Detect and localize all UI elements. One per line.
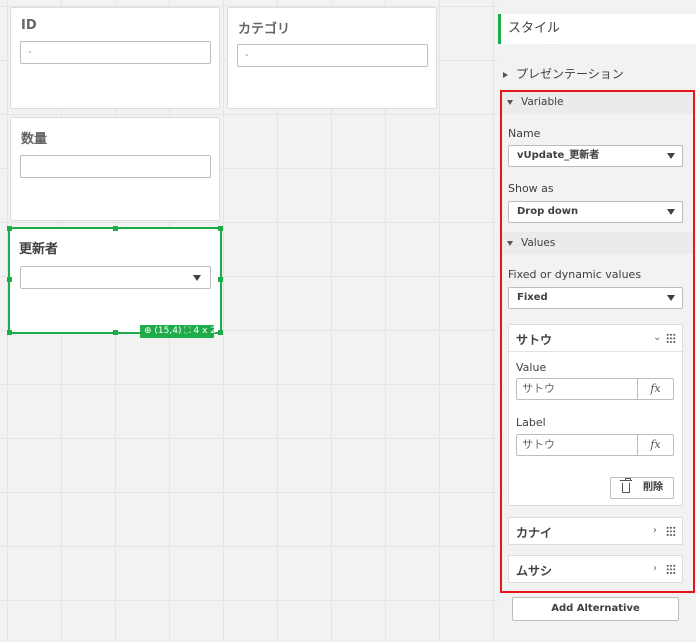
section-values-label: Values — [521, 237, 556, 249]
card-category[interactable]: カテゴリ - — [227, 7, 437, 109]
chevron-down-icon — [193, 275, 201, 281]
value-input[interactable]: サトウ — [516, 378, 638, 400]
caret-down-icon — [507, 99, 513, 105]
resize-handle-bl[interactable] — [7, 330, 12, 335]
drag-handle-icon[interactable] — [666, 333, 676, 344]
card-title: 数量 — [21, 132, 48, 147]
name-label: Name — [508, 127, 541, 140]
show-as-value: Drop down — [517, 206, 579, 217]
card-title: カテゴリ — [238, 22, 291, 37]
name-dropdown[interactable]: vUpdate_更新者 — [508, 145, 683, 167]
alternative-title: カナイ — [516, 526, 553, 540]
position-size-badge: ⊕ (15,4) ⛶ 4 x 2 — [140, 325, 216, 338]
card-quantity[interactable]: 数量 — [10, 117, 220, 221]
resize-handle-tl[interactable] — [7, 226, 12, 231]
label-label: Label — [516, 416, 546, 429]
chevron-right-icon[interactable]: › — [653, 525, 657, 536]
card-updater-selected[interactable]: 更新者 — [8, 227, 222, 334]
chevron-down-icon[interactable]: ⌄ — [653, 332, 661, 343]
sheet-canvas[interactable]: ID - カテゴリ - 数量 更新者 ⊕ (15,4) ⛶ 4 x 2 — [0, 0, 498, 642]
drag-handle-icon[interactable] — [666, 564, 676, 575]
highlight-box: Variable Name vUpdate_更新者 Show as Drop d… — [500, 90, 695, 593]
caret-right-icon — [503, 71, 508, 78]
caret-down-icon — [507, 240, 513, 246]
alternative-card-2[interactable]: カナイ › — [508, 517, 683, 545]
card-id[interactable]: ID - — [10, 7, 220, 109]
alternative-card-1[interactable]: サトウ ⌄ Value サトウ fx Label サトウ fx 削除 — [508, 324, 683, 506]
section-presentation[interactable]: プレゼンテーション — [503, 65, 693, 81]
trash-icon — [620, 478, 632, 493]
category-input[interactable]: - — [237, 44, 428, 67]
show-as-dropdown[interactable]: Drop down — [508, 201, 683, 223]
resize-handle-tr[interactable] — [218, 226, 223, 231]
properties-panel: 全て設定 スタイル プレゼンテーション Variable Name vUpdat… — [498, 0, 696, 642]
delete-label: 削除 — [643, 482, 663, 493]
fixed-dynamic-dropdown[interactable]: Fixed — [508, 287, 683, 309]
chevron-down-icon — [667, 295, 675, 301]
label-input[interactable]: サトウ — [516, 434, 638, 456]
panel-header-style[interactable]: スタイル — [498, 14, 696, 44]
card-title: ID — [21, 18, 37, 33]
fx-button-label[interactable]: fx — [638, 434, 674, 456]
section-variable[interactable]: Variable — [507, 96, 696, 108]
resize-handle-br[interactable] — [218, 330, 223, 335]
section-values[interactable]: Values — [507, 237, 696, 249]
fixed-dynamic-label: Fixed or dynamic values — [508, 268, 642, 281]
card-title: 更新者 — [19, 242, 59, 257]
name-dropdown-value: vUpdate_更新者 — [517, 150, 600, 161]
section-presentation-label: プレゼンテーション — [516, 67, 624, 81]
updater-dropdown[interactable] — [20, 266, 211, 289]
resize-handle-mr[interactable] — [218, 277, 223, 282]
fx-button-value[interactable]: fx — [638, 378, 674, 400]
resize-handle-bc[interactable] — [113, 330, 118, 335]
alternative-title: サトウ — [516, 333, 553, 347]
id-input[interactable]: - — [20, 41, 211, 64]
resize-handle-ml[interactable] — [7, 277, 12, 282]
resize-handle-tc[interactable] — [113, 226, 118, 231]
chevron-down-icon — [667, 209, 675, 215]
delete-button[interactable]: 削除 — [610, 477, 674, 499]
section-variable-label: Variable — [521, 96, 564, 108]
show-as-label: Show as — [508, 182, 554, 195]
chevron-right-icon[interactable]: › — [653, 563, 657, 574]
add-alternative-button[interactable]: Add Alternative — [512, 597, 679, 621]
fixed-dynamic-value: Fixed — [517, 292, 548, 303]
drag-handle-icon[interactable] — [666, 526, 676, 537]
alternative-card-3[interactable]: ムサシ › — [508, 555, 683, 583]
quantity-input[interactable] — [20, 155, 211, 178]
chevron-down-icon — [667, 153, 675, 159]
alternative-title: ムサシ — [516, 564, 553, 578]
value-label: Value — [516, 361, 547, 374]
